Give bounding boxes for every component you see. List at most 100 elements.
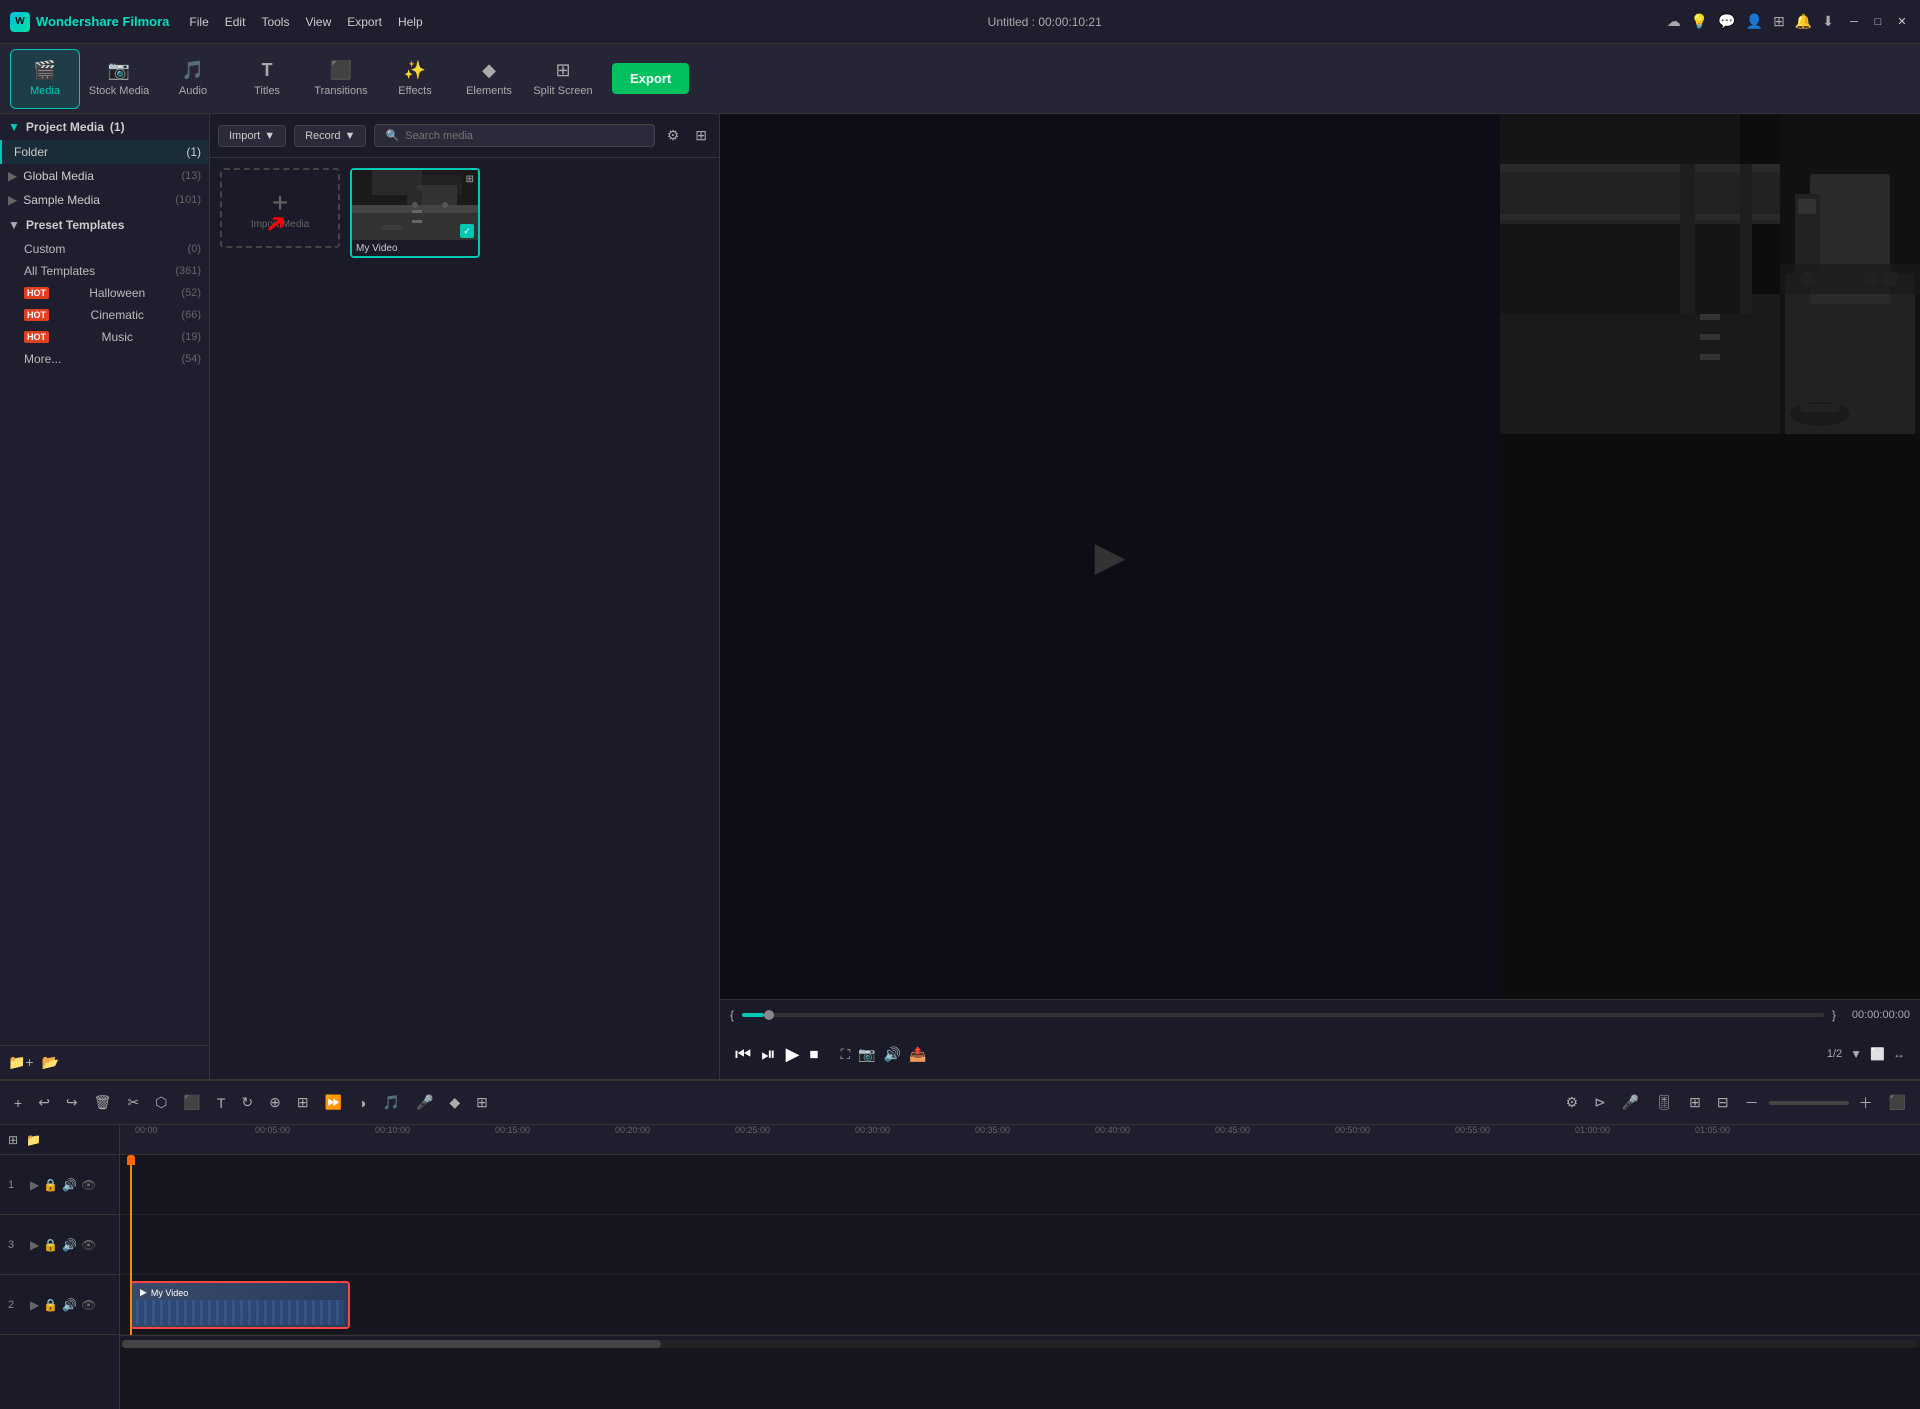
track3-play-icon[interactable]: ▶: [30, 1238, 39, 1252]
mix-icon[interactable]: 🎚: [1649, 1090, 1679, 1115]
cut-icon[interactable]: ✂: [121, 1090, 145, 1115]
playhead[interactable]: [130, 1155, 132, 1335]
speed-dropdown-icon[interactable]: ▼: [1850, 1047, 1862, 1061]
toolbar-titles[interactable]: T Titles: [232, 49, 302, 109]
settings-icon[interactable]: ⚙: [1560, 1090, 1585, 1115]
motion-icon[interactable]: ⊕: [263, 1090, 287, 1115]
toolbar-split-screen[interactable]: ⊞ Split Screen: [528, 49, 598, 109]
music-item[interactable]: HOT Music (19): [0, 326, 209, 348]
split-view-icon[interactable]: ⊟: [1711, 1090, 1735, 1115]
download-icon[interactable]: ⬇: [1822, 13, 1834, 30]
zoom-slider[interactable]: [1769, 1101, 1849, 1105]
close-button[interactable]: ✕: [1894, 14, 1910, 30]
add-track-icon[interactable]: +: [8, 1091, 28, 1115]
custom-item[interactable]: Custom (0): [0, 238, 209, 260]
project-media-header[interactable]: ▼ Project Media (1): [0, 114, 209, 140]
track2-eye-icon[interactable]: 👁: [81, 1298, 96, 1312]
menu-export[interactable]: Export: [347, 15, 382, 29]
menu-edit[interactable]: Edit: [225, 15, 246, 29]
step-back-button[interactable]: ⏮: [735, 1044, 751, 1065]
bell-icon[interactable]: 🔔: [1795, 13, 1812, 30]
menu-tools[interactable]: Tools: [261, 15, 289, 29]
my-video-thumb[interactable]: ⊞ My Video ✓: [350, 168, 480, 258]
delete-icon[interactable]: 🗑: [88, 1090, 118, 1115]
crop-icon[interactable]: ⬡: [149, 1090, 173, 1115]
align-icon[interactable]: ⊞: [291, 1090, 315, 1115]
menu-view[interactable]: View: [305, 15, 331, 29]
export-button[interactable]: Export: [612, 63, 689, 94]
toolbar-audio[interactable]: 🎵 Audio: [158, 49, 228, 109]
track1-play-icon[interactable]: ▶: [30, 1178, 39, 1192]
keyframe-icon[interactable]: ◆: [443, 1090, 466, 1115]
toolbar-media[interactable]: 🎬 Media: [10, 49, 80, 109]
toolbar-elements[interactable]: ◆ Elements: [454, 49, 524, 109]
record-dropdown-icon[interactable]: ▼: [345, 130, 356, 142]
voice-icon[interactable]: 🎤: [410, 1090, 439, 1115]
track1-eye-icon[interactable]: 👁: [81, 1178, 96, 1192]
track1-lock-icon[interactable]: 🔒: [43, 1178, 58, 1192]
toolbar-effects[interactable]: ✨ Effects: [380, 49, 450, 109]
grid-view-icon[interactable]: ⊞: [691, 123, 711, 148]
track2-volume-icon[interactable]: 🔊: [62, 1298, 77, 1312]
import-dropdown-icon[interactable]: ▼: [264, 130, 275, 142]
toolbar-transitions[interactable]: ⬛ Transitions: [306, 49, 376, 109]
track2-lock-icon[interactable]: 🔒: [43, 1298, 58, 1312]
record-button[interactable]: Record ▼: [294, 125, 366, 147]
export-frame-icon[interactable]: 📤: [909, 1046, 926, 1063]
maximize-button[interactable]: □: [1870, 14, 1886, 30]
clip-settings-icon[interactable]: ⊞: [1683, 1090, 1707, 1115]
filter-icon[interactable]: ⚙: [663, 123, 684, 148]
zoom-in-icon[interactable]: ＋: [1853, 1089, 1879, 1117]
menu-file[interactable]: File: [189, 15, 208, 29]
audio-edit-icon[interactable]: 🎵: [377, 1090, 406, 1115]
cloud-icon[interactable]: ☁: [1667, 13, 1681, 30]
scrubber-bar[interactable]: [742, 1013, 1824, 1017]
screenshot-icon[interactable]: 📷: [858, 1046, 875, 1063]
minimize-button[interactable]: ─: [1846, 14, 1862, 30]
more-icon[interactable]: ⊞: [470, 1090, 494, 1115]
halloween-item[interactable]: HOT Halloween (52): [0, 282, 209, 304]
chat-icon[interactable]: 💬: [1718, 13, 1735, 30]
fit-timeline-icon[interactable]: ⬛: [1883, 1090, 1912, 1115]
transform-icon[interactable]: ⬛: [177, 1090, 206, 1115]
mic-icon[interactable]: 🎤: [1616, 1090, 1645, 1115]
folder-item[interactable]: Folder (1): [0, 140, 209, 164]
scrollbar-thumb[interactable]: [122, 1340, 661, 1348]
all-templates-item[interactable]: All Templates (361): [0, 260, 209, 282]
grid-icon[interactable]: ⊞: [1773, 13, 1785, 30]
scrubber-left-bracket[interactable]: {: [730, 1008, 734, 1022]
audio-control-icon[interactable]: 🔊: [884, 1046, 901, 1063]
track3-lock-icon[interactable]: 🔒: [43, 1238, 58, 1252]
speed-ramp-icon[interactable]: ⏩: [319, 1090, 348, 1115]
stop-button[interactable]: ⏹: [809, 1044, 818, 1065]
color-icon[interactable]: ◑: [352, 1091, 372, 1115]
preset-templates-header[interactable]: ▼ Preset Templates: [0, 212, 209, 238]
cinematic-item[interactable]: HOT Cinematic (66): [0, 304, 209, 326]
add-video-track-icon[interactable]: ⊞: [8, 1133, 18, 1147]
play-forward-button[interactable]: ▶: [786, 1044, 800, 1065]
expand-preview-icon[interactable]: ⬜: [1870, 1047, 1885, 1061]
toolbar-stock-media[interactable]: 📷 Stock Media: [84, 49, 154, 109]
user-icon[interactable]: 👤: [1746, 13, 1763, 30]
undo-icon[interactable]: ↩: [32, 1090, 56, 1115]
scrubber-right-bracket[interactable]: }: [1832, 1008, 1836, 1022]
sample-media-item[interactable]: ▶ Sample Media (101): [0, 188, 209, 212]
scrollbar-track[interactable]: [122, 1340, 1918, 1348]
track3-eye-icon[interactable]: 👁: [81, 1238, 96, 1252]
search-input[interactable]: [405, 130, 644, 142]
zoom-out-icon[interactable]: －: [1739, 1089, 1765, 1117]
add-audio-track-icon[interactable]: 📁: [26, 1133, 41, 1147]
more-templates-item[interactable]: More... (54): [0, 348, 209, 370]
global-media-item[interactable]: ▶ Global Media (13): [0, 164, 209, 188]
track3-volume-icon[interactable]: 🔊: [62, 1238, 77, 1252]
bulb-icon[interactable]: 💡: [1691, 13, 1708, 30]
add-folder-icon[interactable]: 📁+: [8, 1054, 34, 1071]
fit-icon[interactable]: ↔: [1893, 1047, 1905, 1061]
my-video-clip[interactable]: ▶ My Video: [130, 1281, 350, 1329]
marker-icon[interactable]: ⊳: [1588, 1090, 1612, 1115]
import-button[interactable]: Import ▼: [218, 125, 286, 147]
track1-volume-icon[interactable]: 🔊: [62, 1178, 77, 1192]
rotate-icon[interactable]: ↻: [235, 1090, 259, 1115]
folder-icon[interactable]: 📂: [42, 1054, 59, 1071]
fullscreen-icon[interactable]: ⛶: [840, 1046, 850, 1063]
